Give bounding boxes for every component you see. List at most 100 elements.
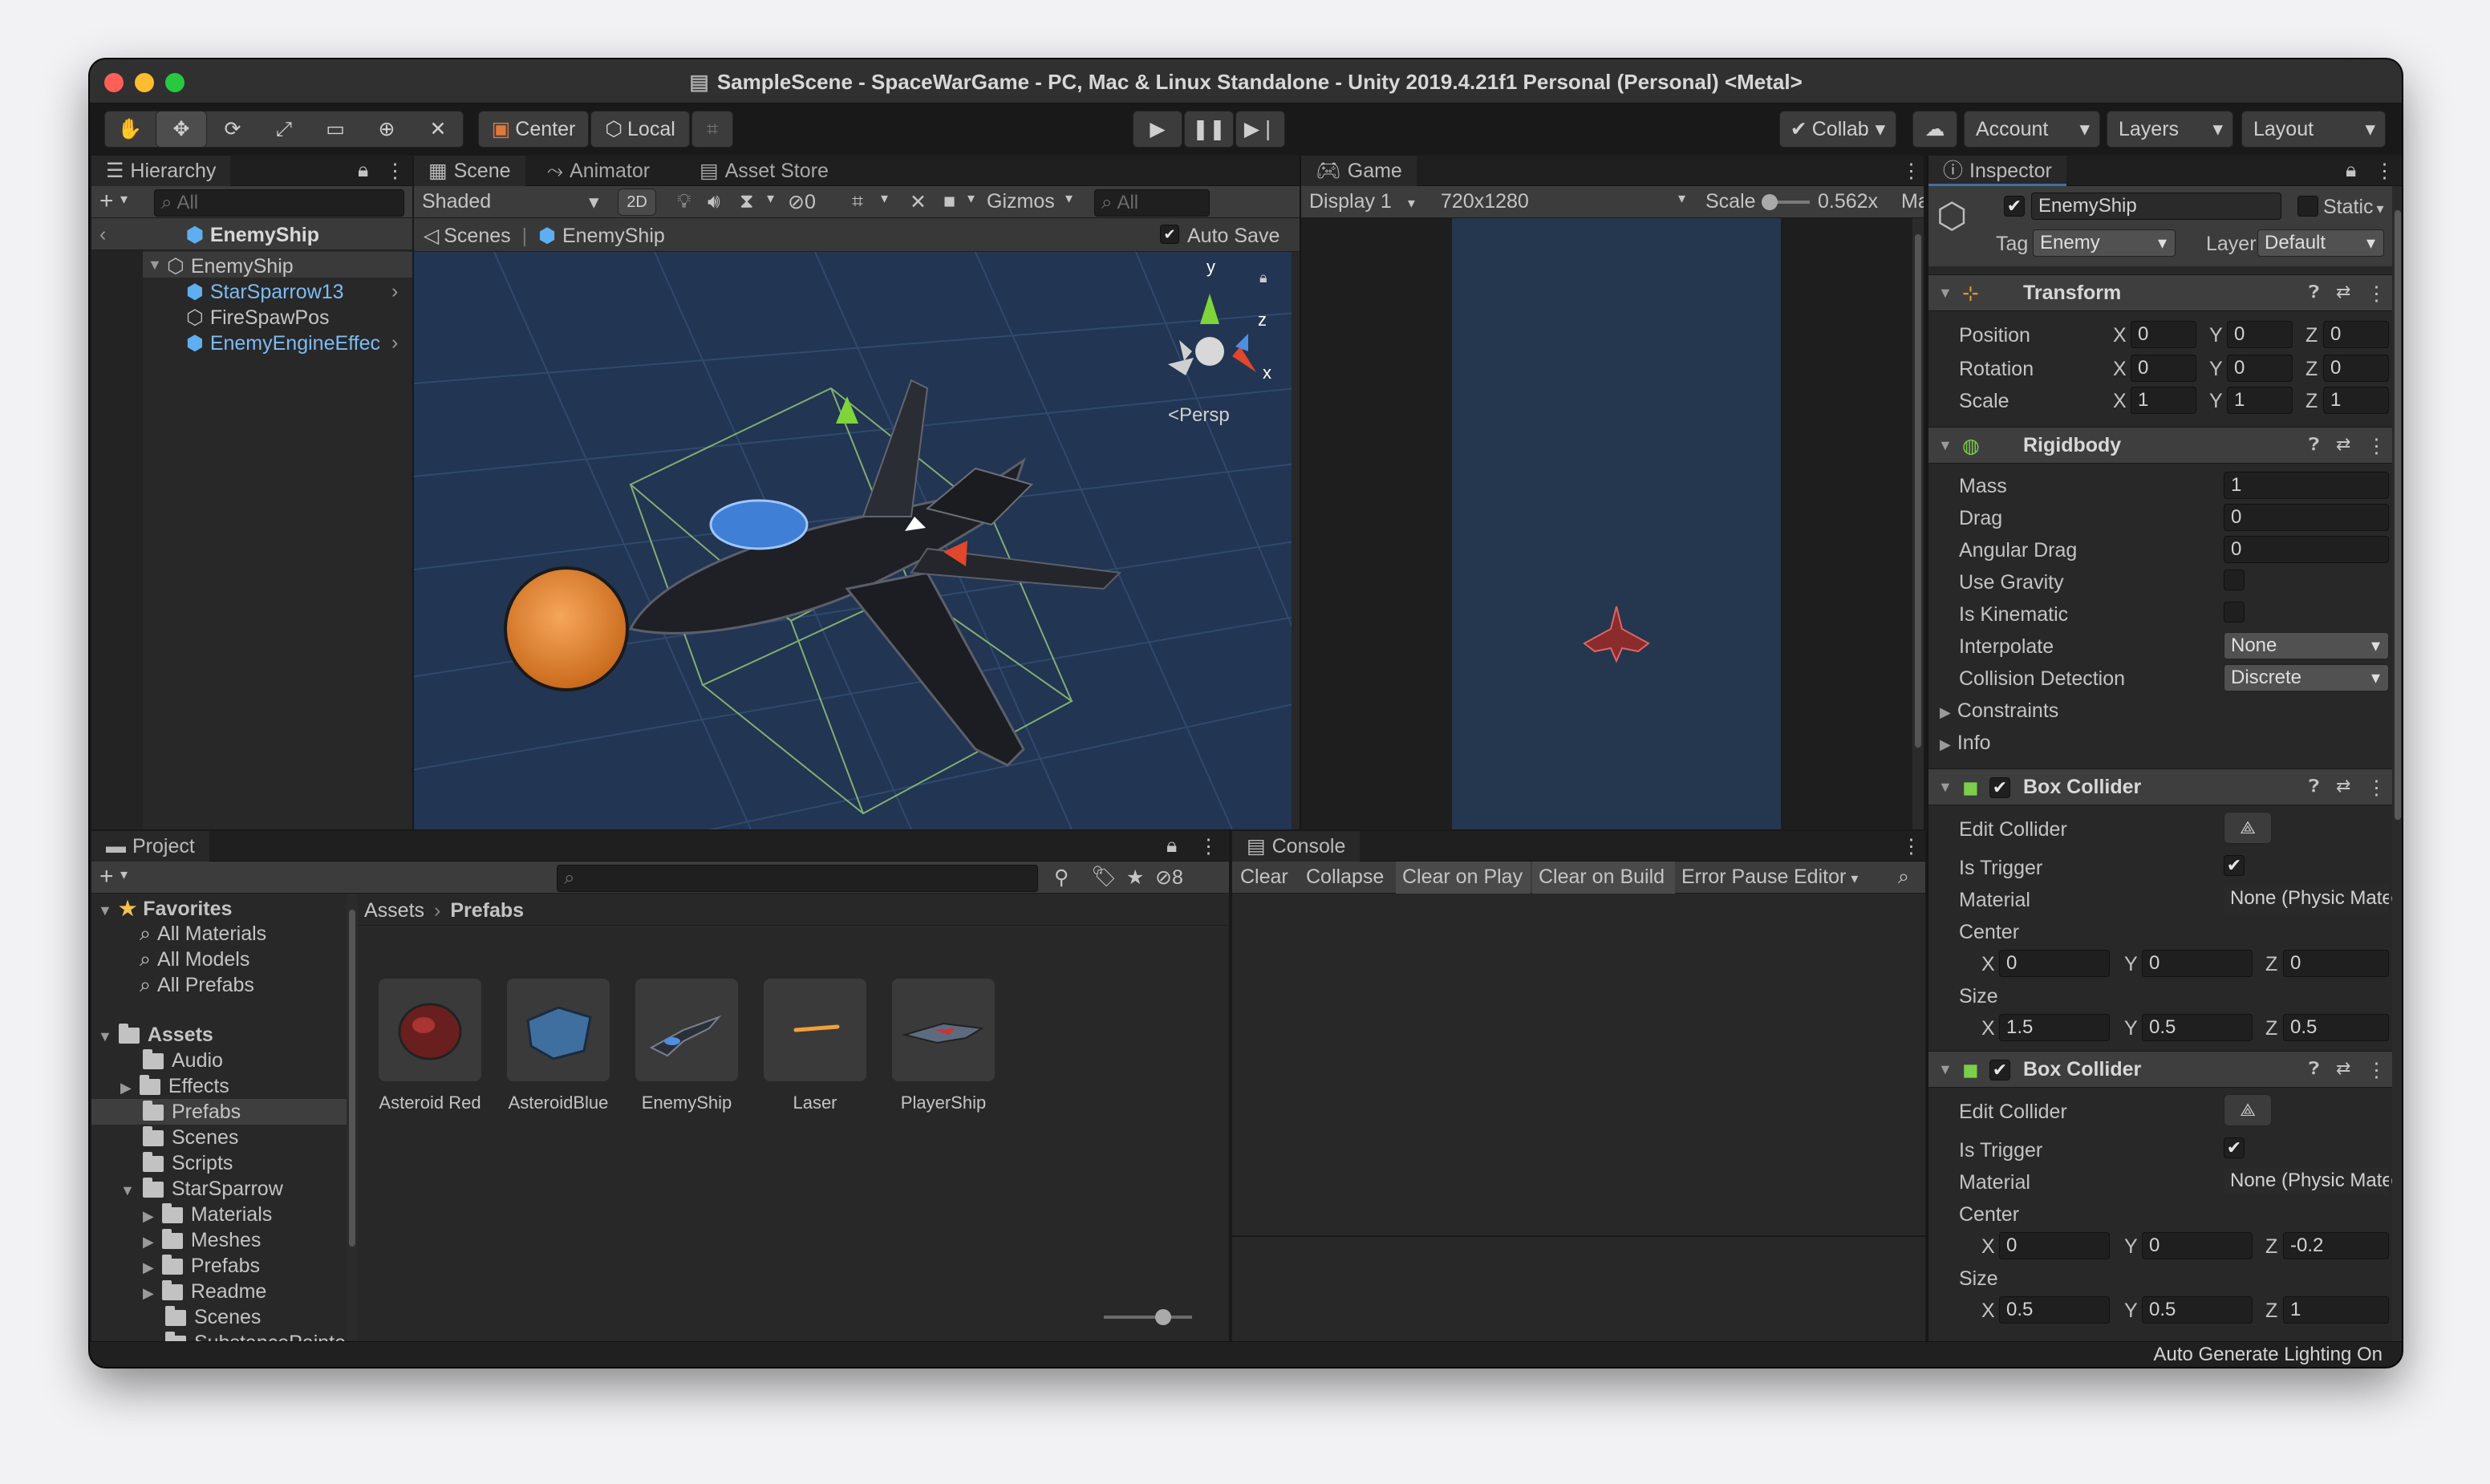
- inspector-scrollbar-thumb[interactable]: [2395, 210, 2401, 820]
- tab-game[interactable]: 🎮︎ Game: [1301, 156, 1417, 186]
- more-icon[interactable]: ⋮: [2366, 1058, 2387, 1082]
- chevron-down-icon[interactable]: ▾: [767, 190, 774, 207]
- asset-thumb-playership[interactable]: [892, 979, 995, 1081]
- box-collider-1-enabled-checkbox[interactable]: ✔: [1989, 777, 2010, 798]
- list-item[interactable]: SubstancePainte: [165, 1332, 346, 1341]
- resolution-dropdown[interactable]: 720x1280: [1441, 190, 1529, 213]
- scale-icon[interactable]: ⤢: [258, 111, 310, 148]
- clear-on-build-toggle[interactable]: Clear on Build: [1532, 862, 1675, 894]
- clear-button[interactable]: Clear: [1240, 866, 1288, 889]
- chevron-down-icon[interactable]: ▾: [1678, 190, 1685, 207]
- more-icon[interactable]: ⋮: [1198, 834, 1219, 858]
- center-y-field[interactable]: 0: [2142, 1232, 2253, 1259]
- mass-field[interactable]: 1: [2224, 472, 2389, 499]
- info-foldout[interactable]: ▶ Info: [1940, 732, 1991, 755]
- center-z-field[interactable]: 0: [2283, 950, 2389, 977]
- tab-asset-store[interactable]: ▤ Asset Store: [685, 156, 843, 186]
- rotation-x-field[interactable]: 0: [2131, 355, 2196, 382]
- rigidbody-header[interactable]: ▼ ◍ Rigidbody ❓︎ ⇄ ⋮: [1928, 427, 2402, 464]
- lock-icon[interactable]: 🔒︎: [358, 159, 368, 182]
- assets-folder[interactable]: ▼ Assets: [98, 1024, 213, 1047]
- material-field[interactable]: None (Physic Material): [2224, 1168, 2389, 1195]
- custom-tool-icon[interactable]: ✕: [412, 111, 464, 148]
- list-item[interactable]: ⬡ FireSpawPos: [143, 303, 412, 329]
- rect-icon[interactable]: ▭: [310, 111, 361, 148]
- chevron-down-icon[interactable]: ▾: [589, 190, 599, 214]
- project-search-input[interactable]: ⌕: [557, 865, 1038, 892]
- list-item[interactable]: ⬢ StarSparrow13 ›: [143, 278, 412, 303]
- is-kinematic-checkbox[interactable]: [2224, 602, 2245, 622]
- chevron-down-icon[interactable]: ▼: [1938, 1061, 1953, 1078]
- project-breadcrumb[interactable]: Assets › Prefabs: [364, 899, 524, 922]
- rotate-icon[interactable]: ⟳: [207, 111, 258, 148]
- chevron-down-icon[interactable]: ▾: [120, 191, 128, 208]
- list-item[interactable]: Scripts: [143, 1152, 233, 1175]
- create-plus-icon[interactable]: +: [99, 188, 114, 215]
- active-checkbox[interactable]: ✔: [2004, 196, 2025, 217]
- size-x-field[interactable]: 1.5: [1999, 1014, 2110, 1041]
- shading-dropdown[interactable]: Shaded: [422, 190, 491, 213]
- layer-dropdown[interactable]: Default: [2257, 229, 2384, 257]
- interpolate-dropdown[interactable]: None: [2224, 632, 2389, 659]
- edit-collider-button[interactable]: ⟁: [2224, 1094, 2272, 1126]
- list-item[interactable]: ▶ Readme: [143, 1280, 266, 1304]
- more-icon[interactable]: ⋮: [1901, 159, 1921, 183]
- more-icon[interactable]: ⋮: [2366, 282, 2387, 306]
- help-icon[interactable]: ❓︎: [2309, 282, 2319, 302]
- position-z-field[interactable]: 0: [2323, 321, 2389, 348]
- transform-icon[interactable]: ⊕: [361, 111, 412, 148]
- asset-thumb-asteroid-red[interactable]: [379, 979, 481, 1081]
- tag-dropdown[interactable]: Enemy: [2033, 229, 2176, 257]
- transform-header[interactable]: ▼ ⊹ Transform ❓︎ ⇄ ⋮: [1928, 274, 2402, 311]
- editor-dropdown[interactable]: Editor ▾: [1794, 866, 1858, 889]
- chevron-down-icon[interactable]: ▾: [1065, 190, 1073, 207]
- list-item[interactable]: ▼ StarSparrow: [120, 1178, 283, 1201]
- chevron-right-icon[interactable]: ›: [391, 331, 398, 355]
- chevron-down-icon[interactable]: ▾: [120, 866, 128, 883]
- scale-y-field[interactable]: 1: [2227, 387, 2293, 414]
- is-trigger-checkbox[interactable]: ✔: [2224, 855, 2245, 876]
- preset-icon[interactable]: ⇄: [2336, 434, 2350, 455]
- size-x-field[interactable]: 0.5: [1999, 1296, 2110, 1324]
- cloud-icon[interactable]: ☁: [1912, 111, 1957, 148]
- rotation-y-field[interactable]: 0: [2227, 355, 2293, 382]
- thumbnail-size-slider-thumb[interactable]: [1155, 1309, 1171, 1325]
- error-pause-button[interactable]: Error Pause: [1681, 866, 1788, 889]
- layout-dropdown[interactable]: Layout ▾: [2241, 111, 2386, 148]
- chevron-down-icon[interactable]: ▼: [1938, 437, 1953, 454]
- more-icon[interactable]: ⋮: [1901, 834, 1921, 858]
- static-checkbox[interactable]: [2297, 196, 2318, 217]
- preset-icon[interactable]: ⇄: [2336, 1058, 2350, 1079]
- hierarchy-search-input[interactable]: ⌕ All: [154, 189, 404, 217]
- more-icon[interactable]: ⋮: [2374, 159, 2395, 183]
- static-dropdown[interactable]: Static ▾: [2323, 196, 2384, 219]
- inspector-scrollbar[interactable]: [2392, 186, 2402, 1341]
- play-button[interactable]: ▶: [1133, 111, 1182, 148]
- is-trigger-checkbox[interactable]: ✔: [2224, 1137, 2245, 1158]
- object-name-field[interactable]: EnemyShip: [2031, 193, 2281, 220]
- audio-icon[interactable]: 🔊︎: [708, 190, 720, 213]
- tab-project[interactable]: ▬ Project: [91, 831, 209, 862]
- drag-field[interactable]: 0: [2224, 504, 2389, 531]
- center-z-field[interactable]: -0.2: [2283, 1232, 2389, 1259]
- hidden-objects-toggle[interactable]: ⊘0: [788, 190, 816, 214]
- chevron-down-icon[interactable]: ▼: [148, 257, 162, 274]
- list-item[interactable]: ⌕ All Models: [140, 948, 249, 971]
- scale-slider-thumb[interactable]: [1762, 194, 1778, 210]
- chevron-down-icon[interactable]: ▼: [1938, 779, 1953, 796]
- hand-icon[interactable]: ✋: [104, 111, 156, 148]
- search-icon[interactable]: ⌕: [1898, 866, 1909, 889]
- scene-viewport[interactable]: y z x 🔒︎ <Persp: [414, 252, 1292, 829]
- edit-collider-button[interactable]: ⟁: [2224, 812, 2272, 844]
- size-z-field[interactable]: 0.5: [2283, 1014, 2389, 1041]
- pivot-center-button[interactable]: ▣ Center: [478, 111, 589, 148]
- tab-inspector[interactable]: ⓘ Inspector: [1928, 156, 2066, 186]
- hidden-packages-toggle[interactable]: ⊘8: [1155, 866, 1183, 890]
- perspective-label[interactable]: <Persp: [1168, 404, 1230, 427]
- lighting-icon[interactable]: 💡︎: [677, 190, 691, 213]
- box-collider-2-header[interactable]: ▼ ◼ ✔ Box Collider ❓︎ ⇄ ⋮: [1928, 1051, 2402, 1088]
- chevron-right-icon[interactable]: ›: [391, 280, 398, 303]
- help-icon[interactable]: ❓︎: [2309, 434, 2319, 455]
- list-item[interactable]: ⬢ EnemyEngineEffec ›: [143, 329, 412, 355]
- more-icon[interactable]: ⋮: [2366, 434, 2387, 458]
